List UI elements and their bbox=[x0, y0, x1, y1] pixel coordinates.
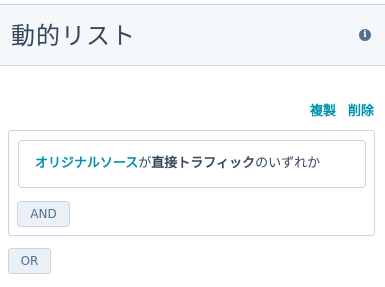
info-icon[interactable]: i bbox=[359, 29, 371, 41]
filter-property: オリジナルソース bbox=[35, 156, 139, 171]
filter-group: オリジナルソースが直接トラフィックのいずれか AND bbox=[8, 130, 375, 236]
filter-operator: のいずれか bbox=[255, 156, 321, 171]
clone-button[interactable]: 複製 bbox=[310, 104, 336, 119]
filter-card[interactable]: オリジナルソースが直接トラフィックのいずれか bbox=[18, 140, 366, 188]
or-button[interactable]: OR bbox=[8, 248, 51, 274]
filter-value: 直接トラフィック bbox=[151, 156, 256, 171]
dynamic-list-panel: 動的リスト i 複製 削除 オリジナルソースが直接トラフィックのいずれか AND … bbox=[0, 0, 385, 287]
filter-group-actions: 複製 削除 bbox=[310, 104, 374, 120]
and-button[interactable]: AND bbox=[17, 201, 70, 227]
page-title: 動的リスト bbox=[11, 22, 136, 50]
panel-header: 動的リスト i bbox=[0, 4, 385, 66]
delete-button[interactable]: 削除 bbox=[348, 104, 374, 119]
filter-particle: が bbox=[138, 156, 152, 171]
